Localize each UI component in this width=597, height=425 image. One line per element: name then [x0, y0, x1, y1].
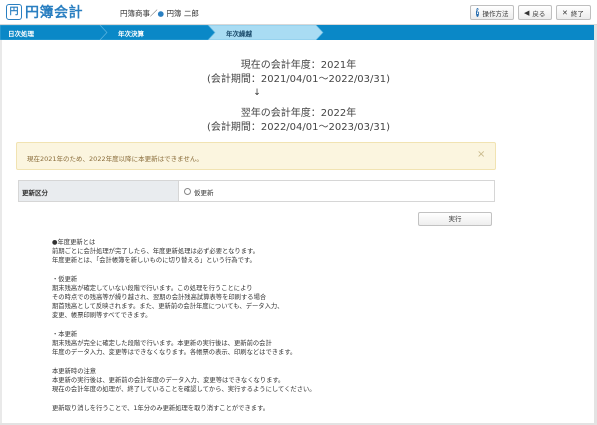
- close-button[interactable]: ✕ 終了: [556, 5, 591, 20]
- alert-close-icon[interactable]: ×: [477, 149, 485, 160]
- left-frame-border: [0, 40, 2, 425]
- next-year-title: 翌年の会計年度：2022年: [240, 108, 357, 119]
- user-dot-icon: ●: [157, 9, 165, 18]
- step-year-carryover[interactable]: 年次繰越: [226, 28, 252, 38]
- description-line-8: 期首残高として反映されます。また、更新前の会計年度についても、データ入力、: [52, 303, 284, 310]
- current-year-title: 現在の会計年度：2021年: [240, 60, 357, 71]
- provisional-update-label[interactable]: 仮更新: [194, 187, 214, 197]
- arrow-down-icon: ↓: [253, 88, 261, 98]
- user-separator: ／: [150, 9, 158, 18]
- back-button[interactable]: ◀ 戻る: [518, 5, 552, 20]
- app-header: 円 円簿会計 円簿商事／● 円簿 二郎 ? 操作方法 ◀ 戻る ✕ 終了: [0, 0, 597, 25]
- description-line-3: 年度更新とは、「会計帳簿を新しいものに切り替える」という行為です。: [52, 257, 256, 264]
- back-arrow-icon: ◀: [524, 8, 530, 17]
- step-daily[interactable]: 日次処理: [8, 28, 34, 38]
- description-line-17: 現在の会計年度の処理が、終了していることを確認してから、実行するようにしてくださ…: [52, 386, 316, 393]
- execute-button[interactable]: 実行: [418, 212, 492, 226]
- description-line-5: ・仮更新: [52, 276, 78, 283]
- help-button-label: 操作方法: [482, 9, 509, 18]
- description-line-9: 変更、帳票印刷等すべてできます。: [52, 312, 152, 319]
- description-line-1: ●年度更新とは: [52, 239, 96, 246]
- description-line-13: 年度のデータ入力、変更等はできなくなります。各帳票の表示、印刷などはできます。: [52, 349, 297, 356]
- update-type-label: 更新区分: [22, 189, 48, 197]
- update-type-label-cell: 更新区分: [19, 181, 179, 201]
- update-type-row: 更新区分 仮更新: [18, 180, 495, 202]
- description-line-2: 前期ごとに会計処理が完了したら、年度更新処理は必ず必要となります。: [52, 248, 259, 255]
- company-name: 円簿商事: [120, 9, 150, 18]
- user-info: 円簿商事／● 円簿 二郎: [120, 8, 199, 19]
- description-line-6: 期末残高が確定していない段階で行います。この処理を行うことにより: [52, 285, 253, 292]
- app-logo: 円 円簿会計: [6, 3, 83, 21]
- step-year-end-closing[interactable]: 年次決算: [118, 28, 144, 38]
- provisional-update-radio[interactable]: [184, 188, 191, 195]
- close-button-label: 終了: [570, 9, 584, 18]
- description-line-16: 本更新の実行後は、更新前の会計年度のデータ入力、変更等はできなくなります。: [52, 377, 285, 384]
- back-button-label: 戻る: [532, 9, 546, 18]
- description-line-7: その時点での残高等が繰り越され、翌期の会計残高試算表等を印刷する場合: [52, 294, 267, 301]
- description-line-19: 更新取り消しを行うことで、1年分のみ更新処理を取り消すことができます。: [52, 405, 270, 412]
- help-button[interactable]: ? 操作方法: [470, 5, 514, 20]
- alert-message: 現在2021年のため、2022年度以降に本更新はできません。: [27, 155, 203, 163]
- logo-mark-icon: 円: [6, 4, 22, 20]
- description-line-15: 本更新時の注意: [52, 368, 97, 375]
- description-line-11: ・本更新: [52, 331, 78, 338]
- logo-text: 円簿会計: [25, 5, 83, 21]
- description-line-12: 期末残高が完全に確定した段階で行います。本更新の実行後は、更新前の会計: [52, 340, 272, 347]
- help-icon: ?: [476, 8, 480, 17]
- process-steps-nav: 日次処理 年次決算 年次繰越: [0, 25, 597, 40]
- user-name: 円簿 二郎: [166, 9, 199, 18]
- warning-alert: 現在2021年のため、2022年度以降に本更新はできません。 ×: [16, 142, 496, 170]
- current-period: (会計期間：2021/04/01～2022/03/31): [206, 74, 391, 85]
- close-icon: ✕: [562, 8, 568, 17]
- next-period: (会計期間：2022/04/01～2023/03/31): [206, 122, 391, 133]
- process-steps-arrows: [0, 25, 324, 40]
